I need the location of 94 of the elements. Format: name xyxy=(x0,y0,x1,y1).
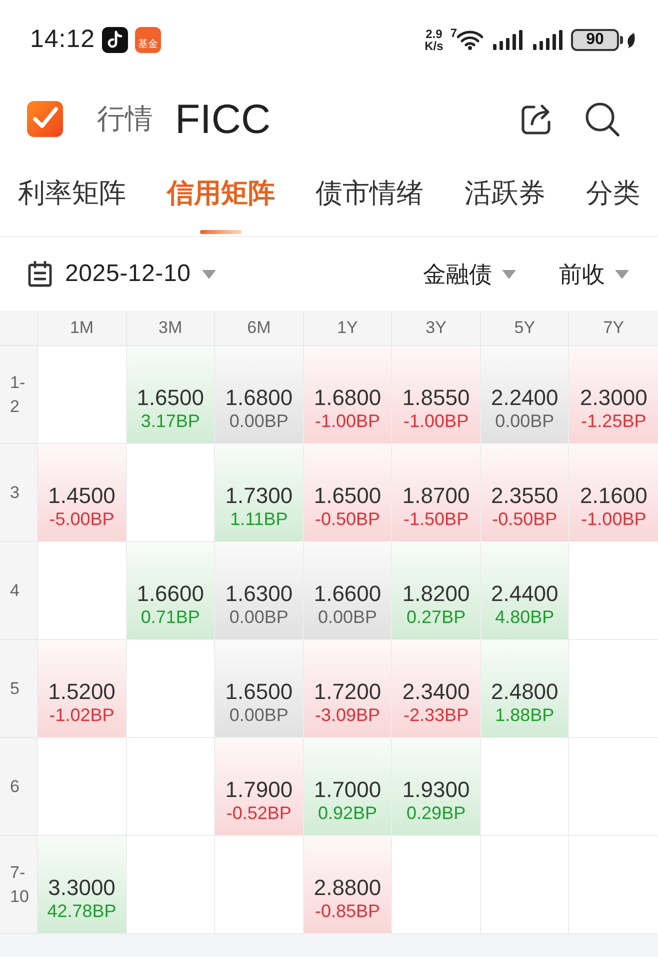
yield-change: -0.50BP xyxy=(492,508,558,530)
signal-icon xyxy=(533,30,563,50)
yield-change: 0.71BP xyxy=(140,606,200,628)
yield-change: -3.09BP xyxy=(314,704,380,726)
yield-change: -2.33BP xyxy=(404,704,469,726)
tab[interactable]: 利率矩阵 xyxy=(18,158,126,236)
yield-change: 0.27BP xyxy=(406,606,466,628)
yield-value: 1.6500 xyxy=(225,679,293,704)
bond-type-dropdown[interactable]: 金融债 xyxy=(423,256,516,292)
row-header: 1-2 xyxy=(0,346,38,444)
caret-icon xyxy=(202,270,216,278)
status-time: 14:12 xyxy=(30,24,96,56)
yield-value: 1.7000 xyxy=(314,777,382,802)
yield-value: 1.7900 xyxy=(225,777,293,802)
yield-value: 1.5200 xyxy=(48,679,116,704)
signal-icon xyxy=(493,30,523,50)
yield-change: 0.92BP xyxy=(318,802,378,824)
yield-value: 2.4400 xyxy=(490,581,558,606)
yield-value: 2.1600 xyxy=(580,483,648,508)
yield-change: 4.80BP xyxy=(495,606,554,628)
yield-change: 0.00BP xyxy=(318,606,378,628)
yield-change: -0.50BP xyxy=(314,508,380,530)
yield-change: 42.78BP xyxy=(47,900,116,922)
wifi-standard-text: 7 xyxy=(450,25,457,42)
yield-value: 1.7200 xyxy=(314,679,382,704)
column-header: 5Y xyxy=(480,311,570,346)
battery-level-text: 90 xyxy=(571,29,619,51)
yield-change: -1.50BP xyxy=(404,508,469,530)
yield-change: -1.00BP xyxy=(581,508,646,530)
network-unit-text: K/s xyxy=(424,40,444,52)
yield-value: 1.6500 xyxy=(136,385,204,410)
tab[interactable]: 活跃券 xyxy=(464,158,546,236)
yield-value: 2.8800 xyxy=(314,875,382,900)
yield-change: 3.17BP xyxy=(140,410,200,432)
row-header: 4 xyxy=(0,542,38,640)
yield-value: 1.9300 xyxy=(402,777,470,802)
yield-change: 0.00BP xyxy=(229,704,288,726)
tab[interactable]: 分类 xyxy=(586,158,640,236)
wifi-icon xyxy=(457,30,483,50)
music-note-icon xyxy=(102,27,128,53)
column-header: 3M xyxy=(126,311,216,346)
yield-value: 2.4800 xyxy=(490,679,558,704)
yield-change: 0.00BP xyxy=(495,410,554,432)
yield-value: 1.6600 xyxy=(314,581,382,606)
yield-change: -1.25BP xyxy=(581,410,646,432)
yield-change: 0.00BP xyxy=(229,410,288,432)
yield-value: 1.6800 xyxy=(225,385,293,410)
yield-change: 0.29BP xyxy=(406,802,466,824)
yield-value: 1.6500 xyxy=(314,483,382,508)
check-logo-icon xyxy=(27,101,63,137)
yield-change: -1.02BP xyxy=(49,704,114,726)
app-badge: 基金 xyxy=(135,27,162,53)
leaf-icon xyxy=(626,32,636,48)
yield-change: 0.00BP xyxy=(229,606,288,628)
column-header: 7Y xyxy=(569,311,658,346)
row-header: 7-10 xyxy=(0,836,38,934)
caret-icon xyxy=(502,270,516,278)
column-header: 1Y xyxy=(304,311,392,346)
yield-value: 3.3000 xyxy=(48,875,116,900)
column-header: 6M xyxy=(215,311,304,346)
row-header: 3 xyxy=(0,444,38,542)
network-speed-text: 2.9 xyxy=(426,28,442,40)
yield-value: 1.6600 xyxy=(136,581,204,606)
yield-value: 1.7300 xyxy=(225,483,293,508)
column-header: 3Y xyxy=(392,311,481,346)
yield-value: 2.2400 xyxy=(490,385,558,410)
row-header: 5 xyxy=(0,640,38,738)
search-icon xyxy=(584,101,620,137)
tab[interactable]: 债市情绪 xyxy=(316,158,424,236)
yield-value: 2.3000 xyxy=(580,385,648,410)
yield-change: -0.85BP xyxy=(314,900,380,922)
yield-change: -1.00BP xyxy=(314,410,380,432)
yield-change: 1.88BP xyxy=(495,704,554,726)
yield-change: 1.11BP xyxy=(230,508,288,530)
yield-value: 1.8550 xyxy=(402,385,470,410)
section-label[interactable]: 行情 xyxy=(97,98,153,140)
row-header: 6 xyxy=(0,738,38,836)
yield-change: -1.00BP xyxy=(404,410,469,432)
search-button[interactable] xyxy=(584,101,620,137)
price-basis-dropdown[interactable]: 前收 xyxy=(559,256,629,292)
yield-value: 1.8700 xyxy=(402,483,470,508)
yield-change: -0.52BP xyxy=(226,802,292,824)
yield-change: -5.00BP xyxy=(49,508,114,530)
yield-value: 1.6300 xyxy=(225,581,293,606)
caret-icon xyxy=(615,270,629,278)
yield-value: 1.4500 xyxy=(48,483,116,508)
column-header: 1M xyxy=(38,311,127,346)
yield-value: 1.6800 xyxy=(314,385,382,410)
page-title: FICC xyxy=(175,98,271,140)
yield-value: 2.3400 xyxy=(402,679,470,704)
yield-value: 1.8200 xyxy=(402,581,470,606)
calendar-icon xyxy=(28,261,52,287)
yield-value: 2.3550 xyxy=(490,483,558,508)
date-dropdown[interactable]: 2025-12-10 xyxy=(28,256,216,292)
